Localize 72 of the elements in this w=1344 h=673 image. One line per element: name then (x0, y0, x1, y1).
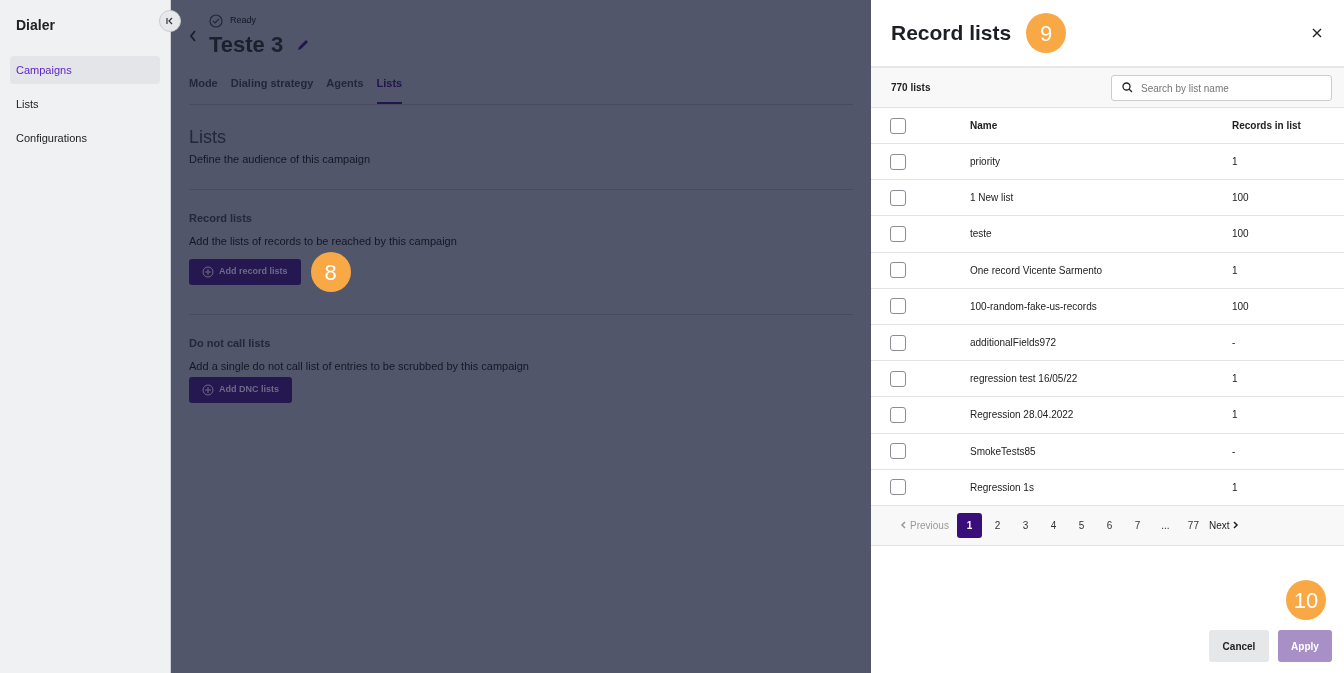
page-button[interactable]: 6 (1096, 512, 1122, 538)
table-cell-text: regression test 16/05/22 (970, 372, 1079, 387)
table-cell-text: 1 (1232, 263, 1238, 278)
step-number-badge: 10 (1286, 580, 1326, 620)
table-cell-text: Regression 28.04.2022 (970, 408, 1075, 423)
drawer-title: Record lists (891, 20, 1012, 47)
table-cell-text: One record Vicente Sarmento (970, 263, 1104, 278)
checkbox[interactable] (890, 117, 906, 134)
page-button[interactable]: 4 (1040, 512, 1066, 538)
status-label: Ready (230, 14, 256, 28)
back-icon (189, 30, 197, 42)
plus-circle-icon (202, 266, 214, 278)
table-cell-text: teste (970, 227, 993, 242)
page-button[interactable]: 2 (984, 512, 1010, 538)
checkbox[interactable] (890, 153, 906, 170)
table-cell-text: - (1232, 444, 1236, 459)
plus-circle-icon (202, 384, 214, 396)
step-number-badge: 9 (1026, 13, 1067, 53)
chevron-left-icon (900, 521, 906, 530)
table-cell-text: 1 (1232, 155, 1238, 170)
check-circle-icon (209, 14, 223, 28)
close-button[interactable] (1312, 28, 1322, 38)
page-button[interactable]: 5 (1068, 512, 1094, 538)
edit-pencil-icon (297, 38, 311, 51)
page-subtitle: Define the audience of this campaign (189, 151, 371, 167)
table-cell-text: priority (970, 155, 1001, 170)
search-field[interactable]: Search by list name (1111, 75, 1332, 101)
sidebar-item[interactable]: Lists (10, 90, 160, 118)
column-header: Name (970, 119, 999, 133)
table-cell-text: Regression 1s (970, 480, 1035, 495)
table-cell-text: 100 (1232, 191, 1249, 206)
table-cell-text: 1 (1232, 372, 1238, 387)
checkbox[interactable] (890, 443, 906, 460)
checkbox[interactable] (890, 262, 906, 279)
checkbox[interactable] (890, 479, 906, 496)
app-title: Dialer (15, 16, 56, 35)
sidebar-item[interactable]: Configurations (10, 124, 160, 152)
section-description: Add a single do not call list of entries to be scrubbed by this campaign (189, 358, 530, 374)
close-icon (1312, 28, 1322, 38)
page-button[interactable]: 7 (1124, 512, 1150, 538)
search-icon (1122, 81, 1133, 93)
sidebar-item[interactable]: Campaigns (10, 56, 160, 84)
section-description: Add the lists of records to be reached by this campaign (189, 233, 458, 249)
page-button[interactable]: 1 (956, 512, 982, 538)
table-cell-text: 1 New list (970, 191, 1015, 206)
back-button[interactable] (189, 30, 197, 42)
cancel-button[interactable]: Cancel (1209, 630, 1269, 662)
campaign-title: Teste 3 (209, 31, 284, 59)
checkbox[interactable] (890, 406, 906, 423)
chevron-right-icon (1233, 521, 1240, 530)
collapse-sidebar-button[interactable] (159, 10, 181, 32)
table-cell-text: 100 (1232, 299, 1249, 314)
page-button[interactable]: ... (1152, 512, 1178, 538)
checkbox[interactable] (890, 334, 906, 351)
checkbox[interactable] (890, 298, 906, 315)
checkbox[interactable] (890, 225, 906, 242)
collapse-icon (166, 17, 174, 25)
table-cell-text: 1 (1232, 408, 1238, 423)
list-count: 770 lists (891, 81, 931, 95)
next-page-button[interactable]: Next (1208, 517, 1240, 533)
page-button[interactable]: 77 (1180, 512, 1206, 538)
page-button[interactable]: 3 (1012, 512, 1038, 538)
table-cell-text: 100-random-fake-us-records (970, 299, 1098, 314)
table-cell-text: - (1232, 336, 1236, 351)
checkbox[interactable] (890, 189, 906, 206)
table-cell-text: 1 (1232, 480, 1238, 495)
table-cell-text: SmokeTests85 (970, 444, 1037, 459)
step-number-badge: 8 (310, 252, 351, 292)
table-cell-text: additionalFields972 (970, 336, 1058, 351)
checkbox[interactable] (890, 370, 906, 387)
column-header: Records in list (1232, 119, 1301, 133)
table-cell-text: 100 (1232, 227, 1249, 242)
